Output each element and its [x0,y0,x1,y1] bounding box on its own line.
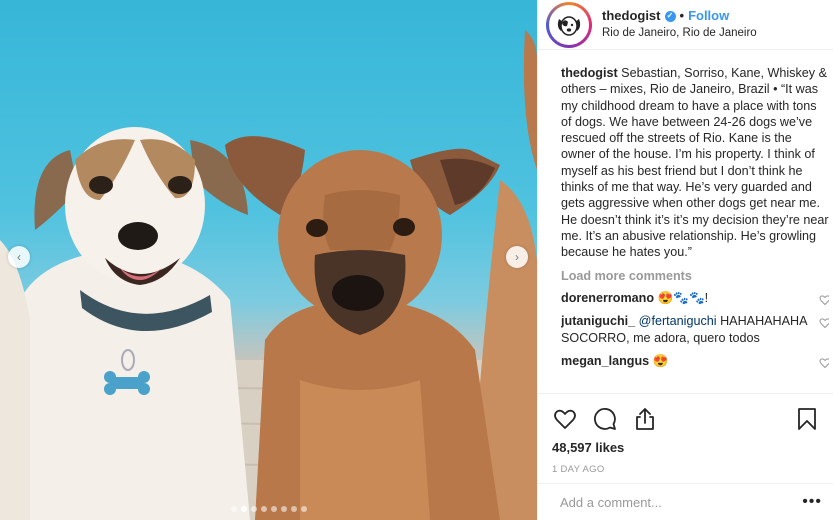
like-button[interactable] [552,406,578,432]
comment-text: 😍🐾🐾! [657,290,709,305]
post-timestamp[interactable]: 1 DAY AGO [552,464,820,475]
follow-button[interactable]: Follow [688,8,729,24]
post-caption: thedogist Sebastian, Sorriso, Kane, Whis… [561,65,829,261]
chevron-right-icon: › [515,250,519,264]
bookmark-icon [798,408,816,430]
comment-item: megan_langus 😍 [561,353,829,370]
verified-badge-icon: ✓ [664,10,676,22]
comments-list[interactable]: thedogist Sebastian, Sorriso, Kane, Whis… [561,55,829,379]
carousel-dot [280,506,287,512]
comment-username[interactable]: megan_langus [561,354,649,368]
comment-like-heart-icon[interactable] [819,317,829,329]
carousel-dot [230,506,237,512]
carousel-dot [250,506,257,512]
carousel-indicator [0,506,537,512]
post-header: thedogist ✓ • Follow Rio de Janeiro, Rio… [538,0,833,50]
comment-text: 😍 [652,354,669,369]
like-count[interactable]: 48,597 likes [552,440,820,455]
location-link[interactable]: Rio de Janeiro, Rio de Janeiro [602,26,757,40]
post-detail-panel: thedogist ✓ • Follow Rio de Janeiro, Rio… [537,0,833,520]
carousel-next-button[interactable]: › [506,246,528,268]
carousel-prev-button[interactable]: ‹ [8,246,30,268]
dog-logo-icon [549,4,589,45]
load-more-comments-button[interactable]: Load more comments [561,269,829,283]
share-button[interactable] [632,406,658,432]
carousel-dot [290,506,297,512]
save-button[interactable] [794,406,820,432]
comment-like-heart-icon[interactable] [819,357,829,369]
post-actions: 48,597 likes 1 DAY AGO [538,393,833,475]
comment-item: jutaniguchi_ @fertaniguchi HAHAHAHAHA SO… [561,313,829,346]
heart-icon [554,409,576,429]
share-icon [636,408,654,430]
carousel-dot [260,506,267,512]
separator: • [679,8,685,24]
carousel-dot [270,506,277,512]
comment-input[interactable] [560,494,803,510]
comment-username[interactable]: jutaniguchi_ [561,314,635,328]
comment-button[interactable] [592,406,618,432]
carousel-dot [240,506,247,512]
caption-username[interactable]: thedogist [561,66,618,80]
comment-icon [594,408,616,430]
comment-like-heart-icon[interactable] [819,294,829,306]
more-options-icon[interactable]: ••• [802,493,822,511]
dogs-photo [0,30,537,520]
caption-text: Sebastian, Sorriso, Kane, Whiskey & othe… [561,66,829,260]
username-link[interactable]: thedogist [602,8,661,24]
post-photo[interactable]: ‹ › [0,0,537,520]
avatar[interactable] [546,1,592,48]
carousel-dot [300,506,307,512]
add-comment-bar: ••• [538,483,833,520]
comment-mention[interactable]: @fertaniguchi [639,314,717,328]
comment-username[interactable]: dorenerromano [561,291,654,305]
chevron-left-icon: ‹ [17,250,21,264]
comment-item: dorenerromano 😍🐾🐾! [561,290,829,307]
